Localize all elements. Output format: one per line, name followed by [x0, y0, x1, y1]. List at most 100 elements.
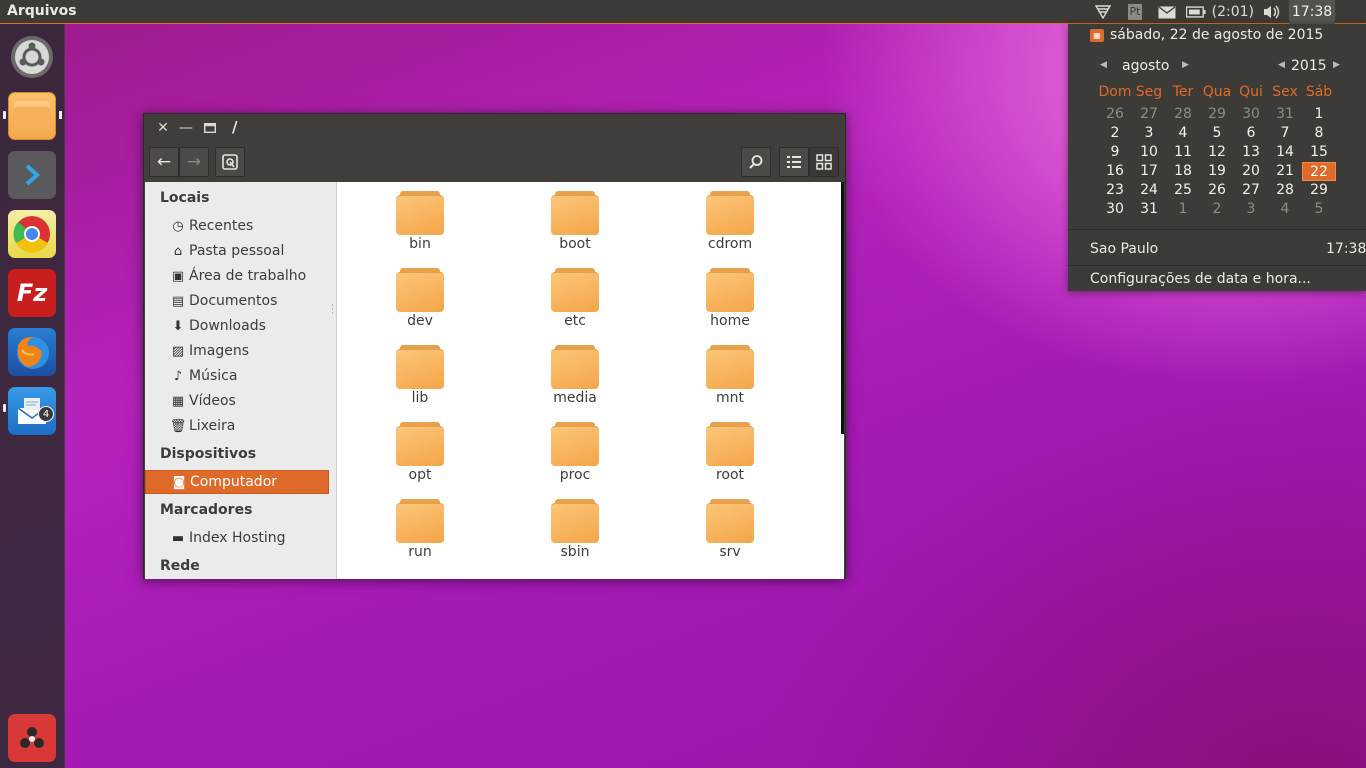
folder-item-lib[interactable]: lib [370, 339, 470, 409]
folder-item-dev[interactable]: dev [370, 262, 470, 332]
sound-indicator[interactable] [1260, 0, 1284, 24]
clock-indicator[interactable]: 17:38 [1289, 0, 1335, 24]
calendar-day[interactable]: 5 [1302, 200, 1336, 219]
calendar-day[interactable]: 4 [1166, 124, 1200, 143]
calendar-day[interactable]: 16 [1098, 162, 1132, 181]
calendar-day[interactable]: 30 [1098, 200, 1132, 219]
calendar-day[interactable]: 12 [1200, 143, 1234, 162]
list-view-button[interactable] [779, 147, 809, 177]
calendar-day[interactable]: 30 [1234, 105, 1268, 124]
calendar-day[interactable]: 18 [1166, 162, 1200, 181]
calendar-full-date[interactable]: sábado, 22 de agosto de 2015 [1110, 27, 1323, 43]
next-year-arrow-icon[interactable]: ▶ [1333, 60, 1340, 70]
date-time-settings-item[interactable]: Configurações de data e hora... [1090, 271, 1311, 287]
calendar-day[interactable]: 29 [1200, 105, 1234, 124]
sidebar-item-imagens[interactable]: ▨ Imagens [145, 339, 329, 363]
close-icon: ✕ [157, 120, 169, 136]
close-button[interactable]: ✕ [154, 119, 172, 137]
calendar-day[interactable]: 3 [1234, 200, 1268, 219]
calendar-day[interactable]: 9 [1098, 143, 1132, 162]
sidebar-item-index-hosting[interactable]: ▬ Index Hosting [145, 526, 329, 550]
sidebar-item-area-de-trabalho[interactable]: ▣ Área de trabalho [145, 264, 329, 288]
calendar-day[interactable]: 22 [1302, 162, 1336, 181]
calendar-day[interactable]: 11 [1166, 143, 1200, 162]
calendar-day[interactable]: 19 [1200, 162, 1234, 181]
calendar-day[interactable]: 2 [1200, 200, 1234, 219]
launcher-item-terminal[interactable] [8, 151, 56, 199]
calendar-day[interactable]: 27 [1132, 105, 1166, 124]
calendar-day[interactable]: 7 [1268, 124, 1302, 143]
calendar-day[interactable]: 15 [1302, 143, 1336, 162]
sidebar-item-musica[interactable]: ♪ Música [145, 364, 329, 388]
folder-item-opt[interactable]: opt [370, 416, 470, 486]
folder-item-bin[interactable]: bin [370, 185, 470, 255]
calendar-day[interactable]: 6 [1234, 124, 1268, 143]
folder-item-etc[interactable]: etc [525, 262, 625, 332]
calendar-day[interactable]: 28 [1166, 105, 1200, 124]
pane-resize-handle[interactable]: · · · [331, 302, 334, 319]
folder-item-proc[interactable]: proc [525, 416, 625, 486]
calendar-day[interactable]: 31 [1268, 105, 1302, 124]
calendar-day[interactable]: 27 [1234, 181, 1268, 200]
sidebar-item-downloads[interactable]: ⬇ Downloads [145, 314, 329, 338]
minimize-button[interactable]: — [177, 119, 195, 137]
calendar-day[interactable]: 28 [1268, 181, 1302, 200]
prev-year-arrow-icon[interactable]: ◀ [1278, 60, 1285, 70]
calendar-day[interactable]: 17 [1132, 162, 1166, 181]
folder-item-home[interactable]: home [680, 262, 780, 332]
launcher-item-filezilla[interactable]: Fz [8, 269, 56, 317]
calendar-day[interactable]: 29 [1302, 181, 1336, 200]
folder-item-srv[interactable]: srv [680, 493, 780, 563]
calendar-day[interactable]: 14 [1268, 143, 1302, 162]
prev-month-arrow-icon[interactable]: ◀ [1100, 60, 1107, 70]
sidebar-item-pasta-pessoal[interactable]: ⌂ Pasta pessoal [145, 239, 329, 263]
window-titlebar[interactable]: ✕ — / [144, 114, 845, 142]
calendar-day[interactable]: 13 [1234, 143, 1268, 162]
sidebar-item-lixeira[interactable]: 🗑 Lixeira [145, 414, 329, 438]
folder-item-mnt[interactable]: mnt [680, 339, 780, 409]
location-computer-button[interactable] [215, 147, 245, 177]
network-indicator[interactable] [1092, 0, 1114, 24]
back-button[interactable]: ← [149, 147, 179, 177]
sidebar-item-documentos[interactable]: ▤ Documentos [145, 289, 329, 313]
calendar-day[interactable]: 24 [1132, 181, 1166, 200]
grid-view-button[interactable] [809, 147, 839, 177]
forward-button[interactable]: → [179, 147, 209, 177]
search-button[interactable] [741, 147, 771, 177]
calendar-day[interactable]: 8 [1302, 124, 1336, 143]
folder-item-boot[interactable]: boot [525, 185, 625, 255]
calendar-day[interactable]: 20 [1234, 162, 1268, 181]
maximize-button[interactable] [201, 119, 219, 137]
folder-item-media[interactable]: media [525, 339, 625, 409]
calendar-day[interactable]: 21 [1268, 162, 1302, 181]
launcher-item-software[interactable] [8, 714, 56, 762]
calendar-day[interactable]: 31 [1132, 200, 1166, 219]
calendar-day[interactable]: 25 [1166, 181, 1200, 200]
calendar-day[interactable]: 1 [1302, 105, 1336, 124]
folder-item-root[interactable]: root [680, 416, 780, 486]
folder-item-cdrom[interactable]: cdrom [680, 185, 780, 255]
calendar-day[interactable]: 26 [1098, 105, 1132, 124]
calendar-day[interactable]: 3 [1132, 124, 1166, 143]
launcher-item-files[interactable] [8, 92, 56, 140]
calendar-day[interactable]: 23 [1098, 181, 1132, 200]
launcher-item-dash[interactable] [8, 33, 56, 81]
calendar-day[interactable]: 2 [1098, 124, 1132, 143]
folder-item-sbin[interactable]: sbin [525, 493, 625, 563]
launcher-item-chrome[interactable] [8, 210, 56, 258]
calendar-city[interactable]: Sao Paulo [1090, 241, 1158, 257]
launcher-item-firefox[interactable] [8, 328, 56, 376]
calendar-day[interactable]: 1 [1166, 200, 1200, 219]
calendar-day[interactable]: 26 [1200, 181, 1234, 200]
sidebar-item-computador[interactable]: ◙ Computador [145, 470, 329, 494]
calendar-day[interactable]: 4 [1268, 200, 1302, 219]
calendar-day[interactable]: 5 [1200, 124, 1234, 143]
calendar-day[interactable]: 10 [1132, 143, 1166, 162]
folder-item-run[interactable]: run [370, 493, 470, 563]
battery-indicator[interactable]: (2:01) [1186, 0, 1254, 24]
sidebar-item-recentes[interactable]: ◷ Recentes [145, 214, 329, 238]
next-month-arrow-icon[interactable]: ▶ [1182, 60, 1189, 70]
sidebar-item-videos[interactable]: ▦ Vídeos [145, 389, 329, 413]
messaging-indicator[interactable] [1155, 0, 1179, 24]
keyboard-layout-indicator[interactable]: Pt [1125, 0, 1145, 24]
